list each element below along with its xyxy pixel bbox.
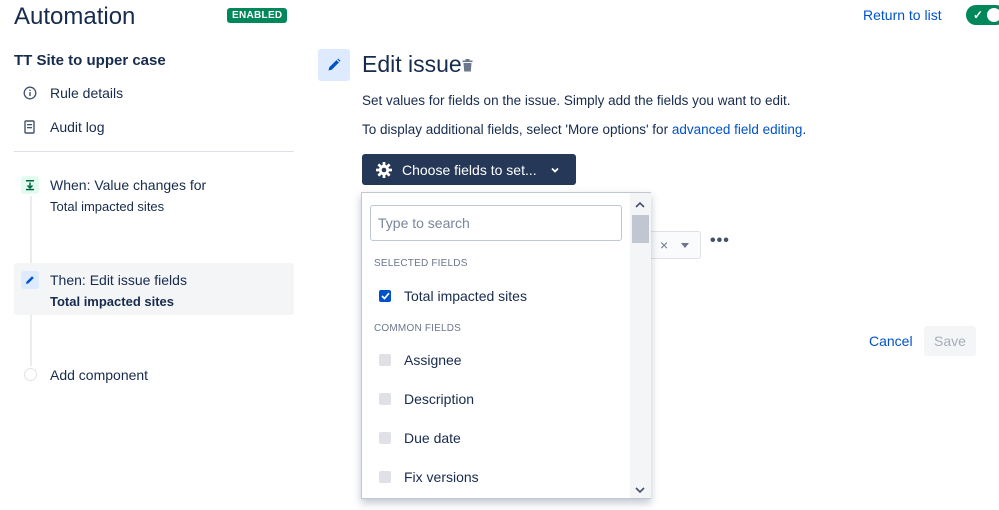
document-icon xyxy=(22,119,38,135)
advanced-editing-hint: To display additional fields, select 'Mo… xyxy=(362,122,807,137)
component-trigger[interactable]: When: Value changes for Total impacted s… xyxy=(14,168,294,218)
component-heading: Edit issue xyxy=(362,51,462,77)
field-picker-dropdown: SELECTED FIELDS Total impacted sites COM… xyxy=(361,192,651,499)
field-option-due-date[interactable]: Due date xyxy=(379,430,461,446)
field-option-label: Total impacted sites xyxy=(404,288,527,304)
checkbox-icon[interactable] xyxy=(379,354,391,366)
field-option-label: Assignee xyxy=(404,352,462,368)
rule-enabled-toggle[interactable]: ✓ xyxy=(966,5,999,25)
group-label-common: COMMON FIELDS xyxy=(374,323,462,334)
checkbox-icon[interactable] xyxy=(379,471,391,483)
field-option-total-impacted-sites[interactable]: Total impacted sites xyxy=(379,288,527,304)
field-option-assignee[interactable]: Assignee xyxy=(379,352,462,368)
sidebar-item-label: Rule details xyxy=(50,85,124,101)
search-input[interactable] xyxy=(370,205,622,241)
component-description: Set values for fields on the issue. Simp… xyxy=(362,93,791,108)
toggle-knob xyxy=(987,8,999,22)
info-icon xyxy=(22,85,38,101)
status-badge: ENABLED xyxy=(227,8,288,23)
clear-icon[interactable]: × xyxy=(660,237,668,253)
choose-fields-button[interactable]: Choose fields to set... xyxy=(362,154,576,185)
field-option-description[interactable]: Description xyxy=(379,391,474,407)
sidebar-item-rule-details[interactable]: Rule details xyxy=(22,85,123,101)
scroll-down-icon[interactable] xyxy=(634,482,646,500)
edit-issue-icon xyxy=(318,49,350,81)
component-title: Then: Edit issue fields xyxy=(50,272,187,288)
checkbox-checked-icon[interactable] xyxy=(379,290,391,302)
gear-icon xyxy=(375,161,393,179)
pencil-icon xyxy=(21,271,39,289)
return-to-list-link[interactable]: Return to list xyxy=(863,7,942,23)
sidebar-item-label: Audit log xyxy=(50,119,105,135)
field-option-label: Fix versions xyxy=(404,469,479,485)
advanced-field-editing-link[interactable]: advanced field editing xyxy=(672,122,803,137)
trash-icon[interactable] xyxy=(462,59,473,77)
component-subtitle: Total impacted sites xyxy=(50,294,175,309)
add-component-button[interactable]: Add component xyxy=(50,367,148,383)
trigger-icon xyxy=(21,176,39,194)
page-title: Automation xyxy=(14,3,136,30)
group-label-selected: SELECTED FIELDS xyxy=(374,258,468,269)
chevron-down-icon xyxy=(550,165,560,175)
checkbox-icon[interactable] xyxy=(379,393,391,405)
component-action-selected[interactable]: Then: Edit issue fields Total impacted s… xyxy=(14,263,294,315)
scroll-up-icon[interactable] xyxy=(634,197,646,215)
field-option-label: Description xyxy=(404,391,475,407)
field-option-fix-versions[interactable]: Fix versions xyxy=(379,469,479,485)
caret-down-icon xyxy=(681,243,689,248)
dropdown-scrollbar[interactable] xyxy=(630,193,651,498)
scrollbar-thumb[interactable] xyxy=(632,215,649,243)
save-button[interactable]: Save xyxy=(924,326,976,356)
component-title: When: Value changes for xyxy=(50,177,207,193)
sidebar-item-audit-log[interactable]: Audit log xyxy=(22,119,104,135)
check-icon: ✓ xyxy=(973,8,984,22)
more-actions-icon[interactable]: ••• xyxy=(710,232,730,250)
cancel-button[interactable]: Cancel xyxy=(869,333,913,349)
rule-name: TT Site to upper case xyxy=(14,52,166,69)
field-option-label: Due date xyxy=(404,430,461,446)
sidebar-divider xyxy=(14,151,294,152)
checkbox-icon[interactable] xyxy=(379,432,391,444)
component-subtitle: Total impacted sites xyxy=(50,199,165,214)
add-component-dot xyxy=(24,368,37,381)
choose-fields-label: Choose fields to set... xyxy=(402,161,537,178)
